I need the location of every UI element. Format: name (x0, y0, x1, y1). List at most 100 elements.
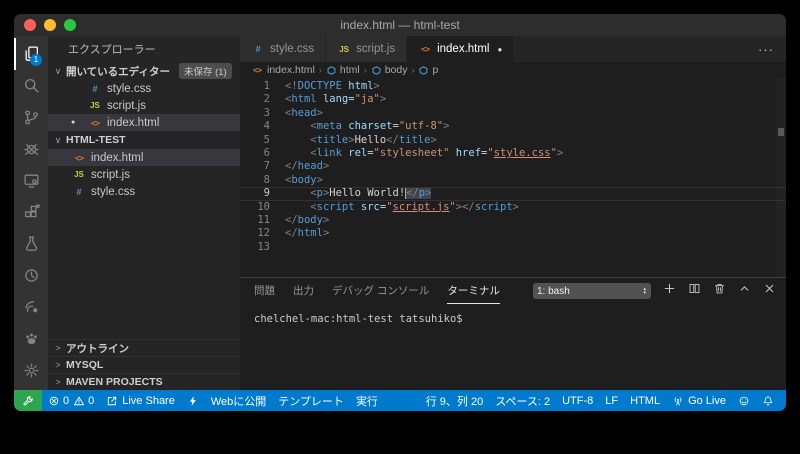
breadcrumb-item[interactable]: <>index.html (253, 64, 315, 76)
code-line[interactable]: 13 (240, 241, 786, 254)
panel-tab[interactable]: デバッグ コンソール (332, 278, 429, 304)
file-name: index.html (91, 152, 143, 164)
code-line[interactable]: 10 <script src="script.js"></script> (240, 201, 786, 214)
activity-item-extension-paw[interactable] (14, 323, 48, 355)
status-publish-to-web[interactable]: Webに公開 (205, 390, 272, 411)
activity-item-explorer[interactable]: 1 (14, 38, 48, 70)
status-cursor-position[interactable]: 行 9、列 20 (420, 390, 489, 411)
status-remote-indicator[interactable] (14, 390, 42, 411)
terminal[interactable]: chelchel-mac:html-test tatsuhiko$ (240, 304, 786, 390)
symbol-icon (418, 65, 429, 76)
status-indentation[interactable]: スペース: 2 (489, 390, 556, 411)
open-editor-item[interactable]: #style.css (48, 80, 240, 97)
new-terminal-button[interactable] (663, 282, 676, 300)
code-token: </ (386, 134, 399, 146)
section-label: MAVEN PROJECTS (66, 376, 163, 388)
more-actions-button[interactable]: ··· (758, 42, 774, 57)
activity-item-source-control[interactable] (14, 101, 48, 133)
code-token: > (317, 174, 323, 186)
breadcrumb-item[interactable]: html (326, 64, 360, 76)
activity-item-extensions[interactable] (14, 196, 48, 228)
open-editor-item[interactable]: JSscript.js (48, 97, 240, 114)
line-content: <body> (270, 174, 323, 187)
status-go-live[interactable]: Go Live (666, 390, 732, 411)
folder-header[interactable]: ∨ HTML-TEST (48, 131, 240, 149)
code-token: > (443, 120, 449, 132)
breadcrumb-label: html (340, 64, 360, 76)
status-encoding[interactable]: UTF-8 (556, 390, 599, 411)
line-content: </head> (270, 160, 329, 173)
code-line[interactable]: 2<html lang="ja"> (240, 93, 786, 106)
breadcrumb-item[interactable]: body (371, 64, 408, 76)
unsaved-badge: 未保存 (1) (179, 63, 232, 79)
status-problems[interactable]: 00 (42, 390, 100, 411)
file-item[interactable]: #style.css (48, 183, 240, 200)
status-live-share[interactable]: Live Share (100, 390, 181, 411)
breadcrumb-label: body (385, 64, 408, 76)
sidebar-section-mysql[interactable]: >MYSQL (48, 356, 240, 373)
status-language-mode[interactable]: HTML (624, 390, 666, 411)
code-line[interactable]: 1<!DOCTYPE html> (240, 80, 786, 93)
line-number: 9 (240, 187, 270, 200)
kill-terminal-button[interactable] (713, 282, 726, 300)
bell-icon (762, 395, 774, 407)
editor-tab[interactable]: <>index.html● (407, 36, 514, 62)
activity-item-time-tracker[interactable] (14, 259, 48, 291)
code-line[interactable]: 11</body> (240, 214, 786, 227)
minimize-button[interactable] (44, 19, 56, 31)
sidebar-section-outline[interactable]: >アウトライン (48, 339, 240, 356)
code-line[interactable]: 6 <link rel="stylesheet" href="style.css… (240, 147, 786, 160)
status-notifications-bell[interactable] (756, 390, 780, 411)
open-editor-item[interactable]: ●<>index.html (48, 114, 240, 131)
activity-item-run-debug[interactable] (14, 133, 48, 165)
status-feedback-smiley[interactable] (732, 390, 756, 411)
file-item[interactable]: JSscript.js (48, 166, 240, 183)
file-item[interactable]: <>index.html (48, 149, 240, 166)
chevron-right-icon: > (53, 377, 63, 387)
editor-tab[interactable]: JSscript.js (326, 36, 407, 62)
debug-icon (23, 140, 40, 157)
js-icon: JS (88, 101, 102, 110)
code-line[interactable]: 7</head> (240, 160, 786, 173)
activity-item-live-share-sessions[interactable] (14, 291, 48, 323)
line-content: </body> (270, 214, 329, 227)
code-line[interactable]: 3<head> (240, 107, 786, 120)
status-eol[interactable]: LF (599, 390, 624, 411)
code-line[interactable]: 5 <title>Hello</title> (240, 134, 786, 147)
activity-item-settings[interactable] (14, 354, 48, 386)
code-line[interactable]: 12</html> (240, 227, 786, 240)
panel-tab[interactable]: ターミナル (447, 278, 500, 304)
code-token (285, 187, 310, 199)
activity-item-remote-explorer[interactable] (14, 165, 48, 197)
file-name: script.js (91, 169, 130, 181)
dirty-indicator[interactable]: ● (498, 45, 503, 54)
code-line[interactable]: 4 <meta charset="utf-8"> (240, 120, 786, 133)
panel-tab[interactable]: 出力 (293, 278, 314, 304)
split-terminal-button[interactable] (688, 282, 701, 300)
panel-tab[interactable]: 問題 (254, 278, 275, 304)
terminal-picker[interactable]: 1: bash▲▼ (533, 283, 651, 299)
close-panel-button[interactable] (763, 282, 776, 300)
status-run-task[interactable]: 実行 (350, 390, 384, 411)
close-button[interactable] (24, 19, 36, 31)
breadcrumb-item[interactable]: p (418, 64, 438, 76)
warning-icon (73, 395, 85, 407)
activity-item-testing[interactable] (14, 228, 48, 260)
line-number: 2 (240, 93, 270, 106)
zoom-button[interactable] (64, 19, 76, 31)
sidebar-section-maven-projects[interactable]: >MAVEN PROJECTS (48, 373, 240, 390)
bolt-icon (187, 395, 199, 407)
status-thunder-client[interactable] (181, 390, 205, 411)
line-content: <meta charset="utf-8"> (270, 120, 449, 133)
editor-tab[interactable]: #style.css (240, 36, 326, 62)
code-editor[interactable]: 1<!DOCTYPE html>2<html lang="ja">3<head>… (240, 78, 786, 277)
open-editors-header[interactable]: ∨ 開いているエディター 未保存 (1) (48, 62, 240, 80)
maximize-panel-button[interactable] (738, 282, 751, 300)
status-template[interactable]: テンプレート (272, 390, 350, 411)
clock-icon (23, 267, 40, 284)
code-line[interactable]: 8<body> (240, 174, 786, 187)
css-icon: # (251, 44, 265, 54)
line-content: <!DOCTYPE html> (270, 80, 380, 93)
code-line[interactable]: 9 <p>Hello World!</p> (240, 187, 786, 200)
activity-item-search[interactable] (14, 70, 48, 102)
